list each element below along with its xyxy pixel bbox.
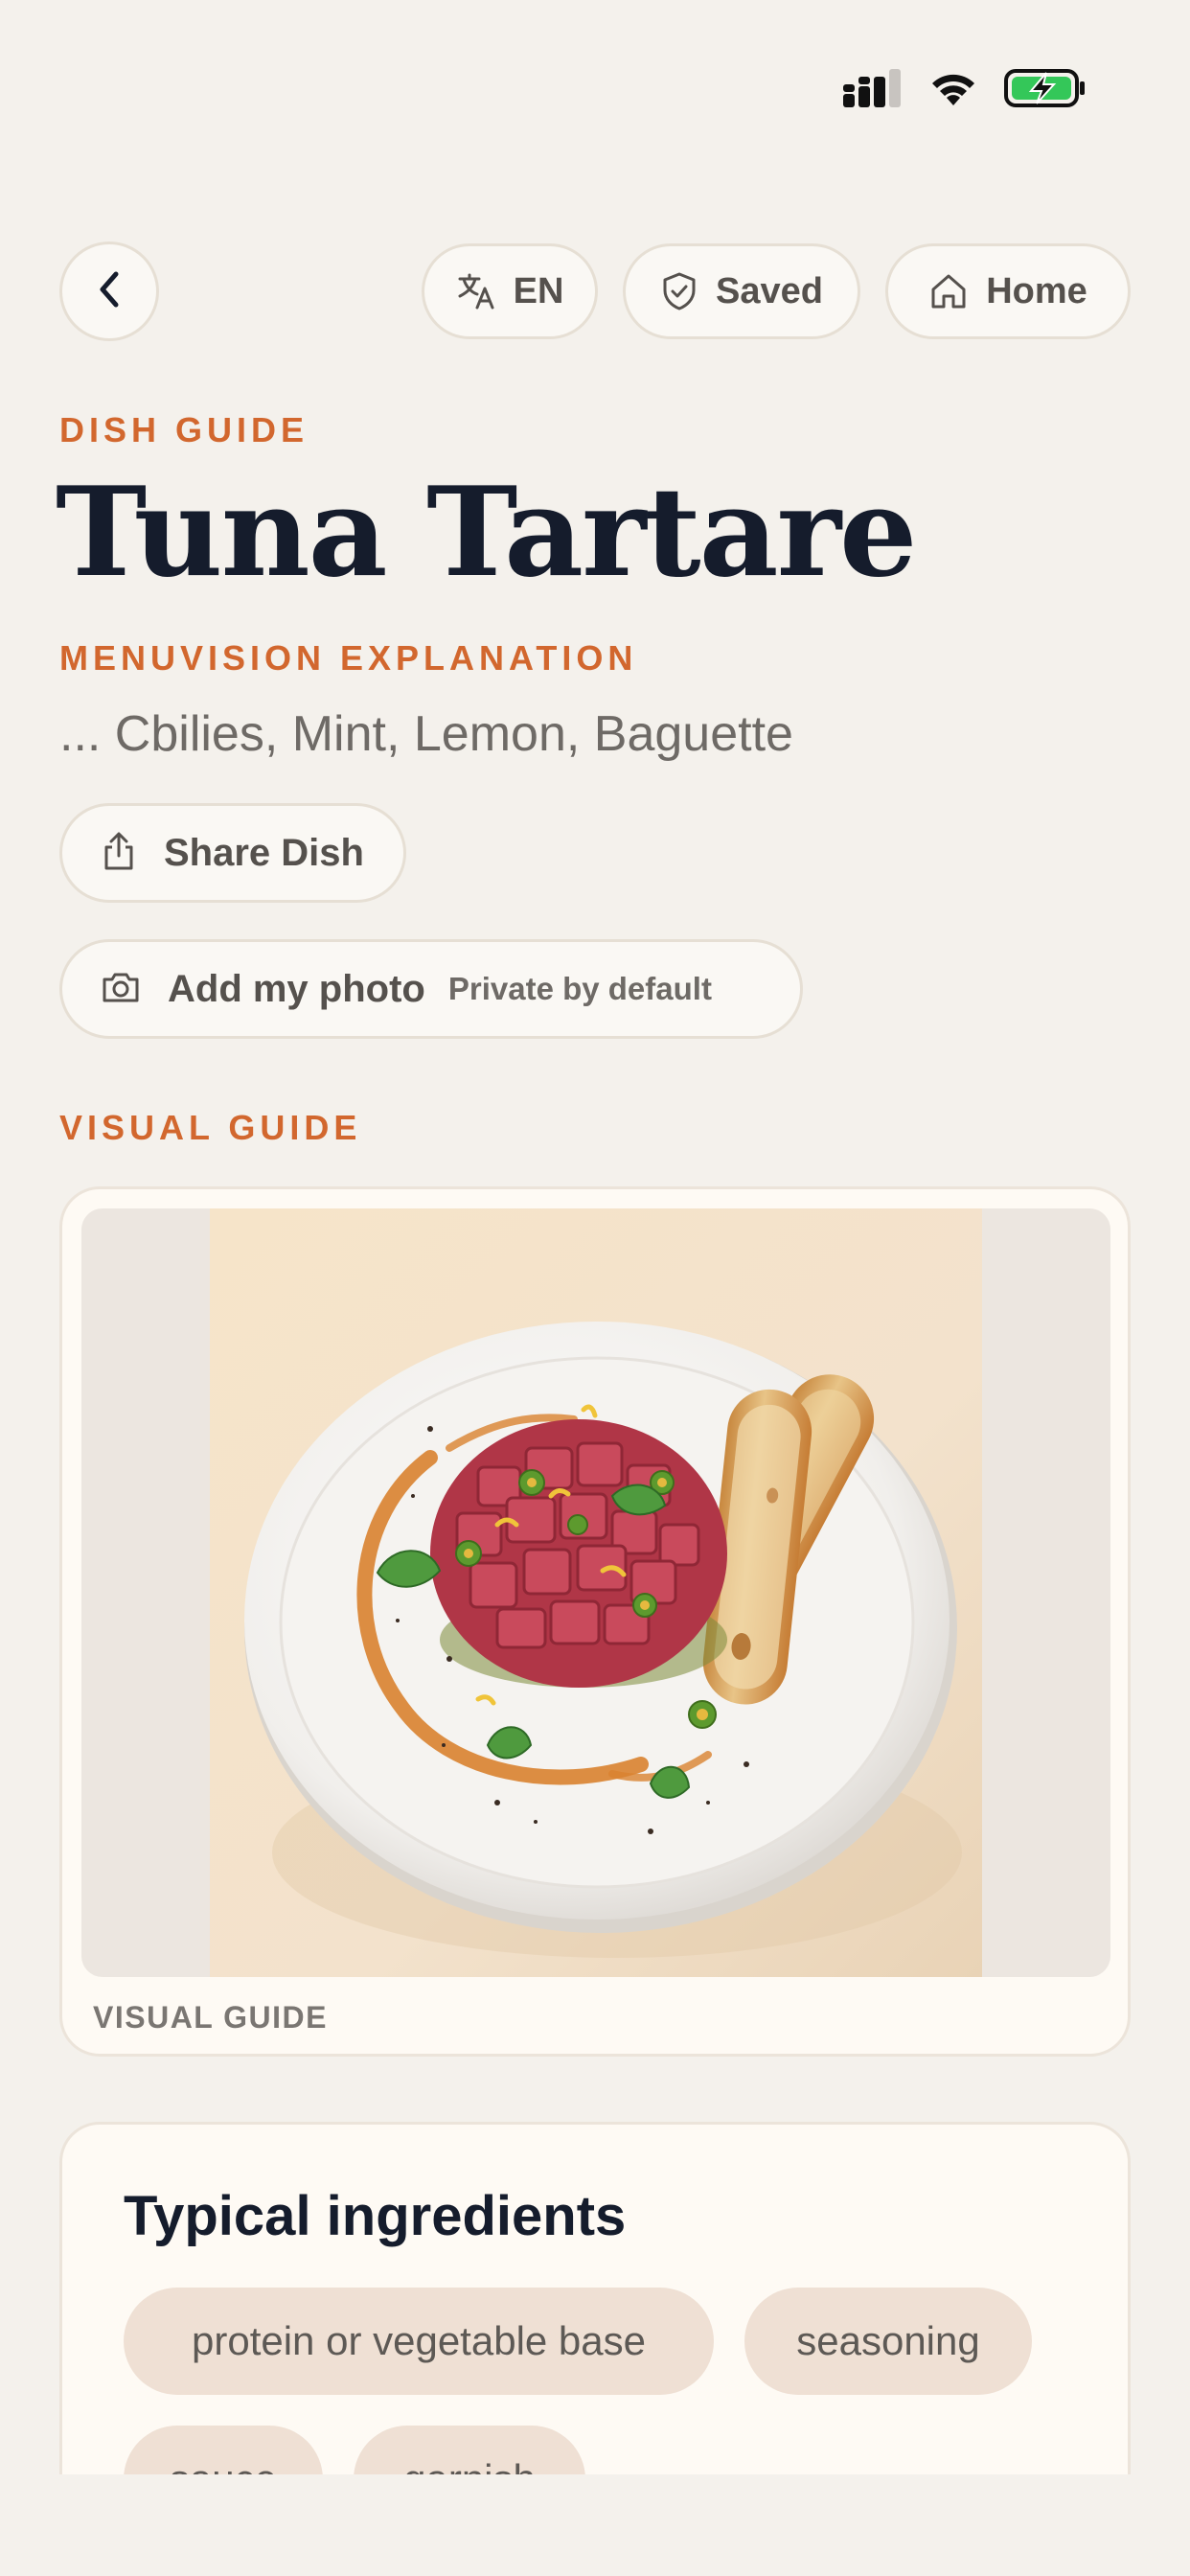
saved-label: Saved xyxy=(716,270,823,311)
dish-guide-page: EN Saved Home DISH GUIDE Tuna Tartare ME… xyxy=(0,0,1190,2576)
ingredients-title: Typical ingredients xyxy=(124,2185,627,2247)
explanation-eyebrow: MENUVISION EXPLANATION xyxy=(59,638,638,678)
saved-button[interactable]: Saved xyxy=(623,243,860,339)
home-button[interactable]: Home xyxy=(885,243,1131,339)
visual-guide-caption: VISUAL GUIDE xyxy=(93,2000,328,2035)
ingredient-chip: protein or vegetable base xyxy=(124,2288,714,2395)
back-button[interactable] xyxy=(59,242,159,341)
share-dish-label: Share Dish xyxy=(164,831,364,874)
wifi-icon xyxy=(927,69,979,107)
camera-icon xyxy=(101,970,141,1009)
share-dish-button[interactable]: Share Dish xyxy=(59,803,406,903)
shield-check-icon xyxy=(660,271,698,311)
home-label: Home xyxy=(986,270,1087,311)
status-bar xyxy=(841,67,1087,109)
language-label: EN xyxy=(513,270,564,311)
dish-subtitle: ... Cbilies, Mint, Lemon, Baguette xyxy=(59,706,793,762)
ingredient-chip: seasoning xyxy=(744,2288,1032,2395)
visual-guide-heading: VISUAL GUIDE xyxy=(59,1108,362,1147)
cellular-signal-icon xyxy=(841,67,903,109)
dish-guide-eyebrow: DISH GUIDE xyxy=(59,410,309,449)
page-title: Tuna Tartare xyxy=(56,461,917,605)
share-icon xyxy=(101,831,137,876)
dish-image-frame xyxy=(81,1208,1110,1977)
add-photo-label: Add my photo xyxy=(168,967,425,1010)
battery-charging-icon xyxy=(1004,67,1087,109)
visual-guide-card: VISUAL GUIDE xyxy=(59,1186,1131,2057)
chevron-left-icon xyxy=(93,268,126,315)
bottom-safe-area xyxy=(0,2474,1190,2576)
dish-illustration xyxy=(210,1208,982,1977)
language-button[interactable]: EN xyxy=(422,243,598,339)
translate-icon xyxy=(456,271,496,311)
home-icon xyxy=(928,271,969,311)
privacy-note: Private by default xyxy=(447,971,712,1006)
add-photo-button[interactable]: Add my photo Private by default xyxy=(59,939,803,1039)
